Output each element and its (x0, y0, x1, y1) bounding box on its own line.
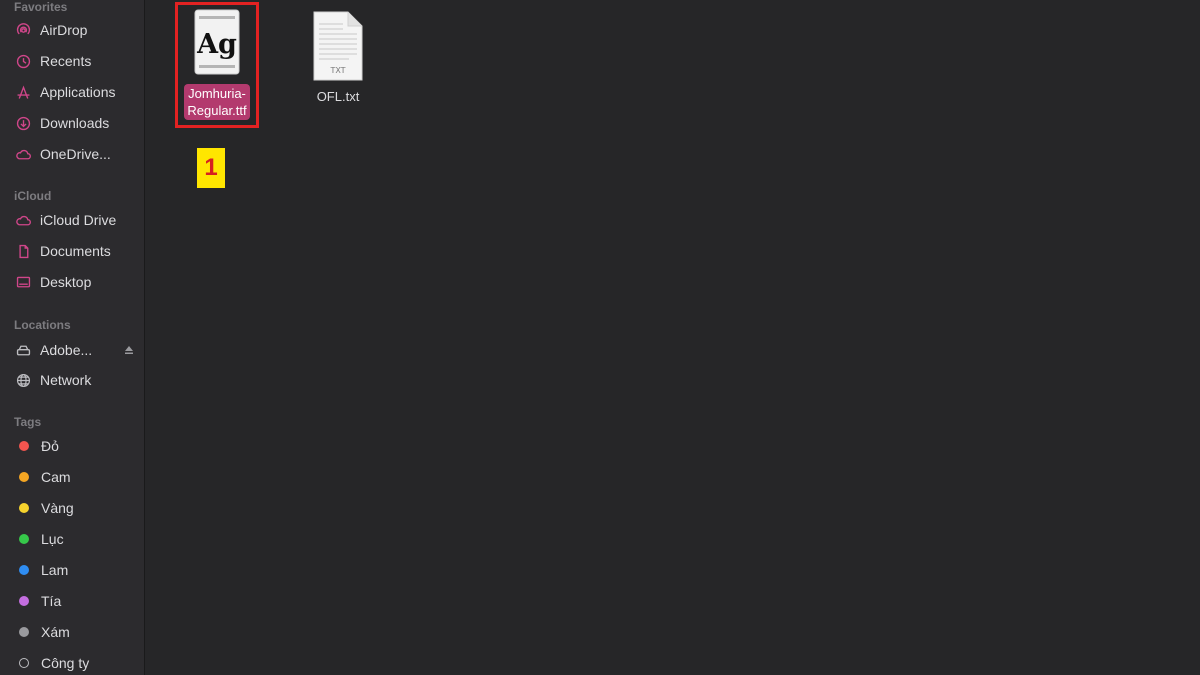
tag-dot-icon (19, 658, 29, 668)
sidebar-item-label: Network (40, 372, 92, 388)
sidebar-item-label: Cam (41, 469, 71, 485)
applications-icon (14, 83, 32, 101)
sidebar-tag-yellow[interactable]: Vàng (14, 496, 142, 520)
sidebar-item-label: Đỏ (41, 438, 59, 454)
cloud-icon (14, 145, 32, 163)
sidebar-item-recents[interactable]: Recents (14, 49, 142, 73)
sidebar-item-onedrive[interactable]: OneDrive... (14, 142, 142, 166)
sidebar-item-network[interactable]: Network (14, 368, 142, 392)
sidebar-item-label: Downloads (40, 115, 110, 131)
file-type-label: TXT (329, 66, 345, 75)
sidebar-tag-company[interactable]: Công ty (14, 651, 142, 675)
sidebar-item-label: Xám (41, 624, 70, 640)
sidebar-item-label: Documents (40, 243, 111, 259)
sidebar-tag-gray[interactable]: Xám (14, 620, 142, 644)
sidebar-item-label: Adobe... (40, 342, 93, 358)
download-icon (14, 114, 32, 132)
globe-icon (14, 371, 32, 389)
text-file-icon: TXT (309, 10, 367, 82)
sidebar-item-label: OneDrive... (40, 146, 111, 162)
sidebar-item-applications[interactable]: Applications (14, 80, 142, 104)
sidebar-tag-orange[interactable]: Cam (14, 465, 142, 489)
sidebar-item-label: Tía (41, 593, 62, 609)
sidebar-item-label: Applications (40, 84, 116, 100)
locations-section-label: Locations (14, 318, 71, 332)
tag-dot-icon (19, 534, 29, 544)
airdrop-icon (14, 21, 32, 39)
file-browser: Ag Jomhuria- Regular.ttf 1 TXT OFL.txt (145, 0, 1200, 675)
disk-icon (14, 341, 32, 359)
highlight-box (175, 2, 259, 128)
tag-dot-icon (19, 565, 29, 575)
sidebar-item-label: iCloud Drive (40, 212, 117, 228)
sidebar-tag-green[interactable]: Lục (14, 527, 142, 551)
tag-dot-icon (19, 503, 29, 513)
tags-section-label: Tags (14, 415, 42, 429)
tag-dot-icon (19, 596, 29, 606)
sidebar-tag-purple[interactable]: Tía (14, 589, 142, 613)
tag-dot-icon (19, 441, 29, 451)
icloud-section-label: iCloud (14, 189, 52, 203)
sidebar-item-desktop[interactable]: Desktop (14, 270, 142, 294)
tag-dot-icon (19, 472, 29, 482)
step-badge: 1 (197, 148, 225, 188)
sidebar-item-icloud-drive[interactable]: iCloud Drive (14, 208, 142, 232)
cloud-icon (14, 211, 32, 229)
sidebar-tag-red[interactable]: Đỏ (14, 434, 142, 458)
clock-icon (14, 52, 32, 70)
sidebar-item-label: Desktop (40, 274, 92, 290)
sidebar-item-label: Công ty (41, 655, 90, 671)
file-item-txt[interactable]: TXT OFL.txt (309, 10, 367, 105)
finder-window: Favorites AirDrop Recents Applications D… (0, 0, 1200, 675)
sidebar-item-label: AirDrop (40, 22, 88, 38)
sidebar-item-label: Lam (41, 562, 69, 578)
sidebar-item-label: Lục (41, 531, 64, 547)
sidebar-item-label: Recents (40, 53, 92, 69)
sidebar-item-label: Vàng (41, 500, 74, 516)
document-icon (14, 242, 32, 260)
sidebar-item-downloads[interactable]: Downloads (14, 111, 142, 135)
sidebar-item-airdrop[interactable]: AirDrop (14, 18, 142, 42)
sidebar-item-adobe[interactable]: Adobe... (14, 338, 142, 362)
file-name[interactable]: OFL.txt (317, 88, 360, 105)
favorites-section-label: Favorites (14, 0, 68, 14)
sidebar-tag-blue[interactable]: Lam (14, 558, 142, 582)
sidebar: Favorites AirDrop Recents Applications D… (0, 0, 145, 675)
eject-icon[interactable] (123, 344, 135, 356)
sidebar-item-documents[interactable]: Documents (14, 239, 142, 263)
desktop-icon (14, 273, 32, 291)
tag-dot-icon (19, 627, 29, 637)
